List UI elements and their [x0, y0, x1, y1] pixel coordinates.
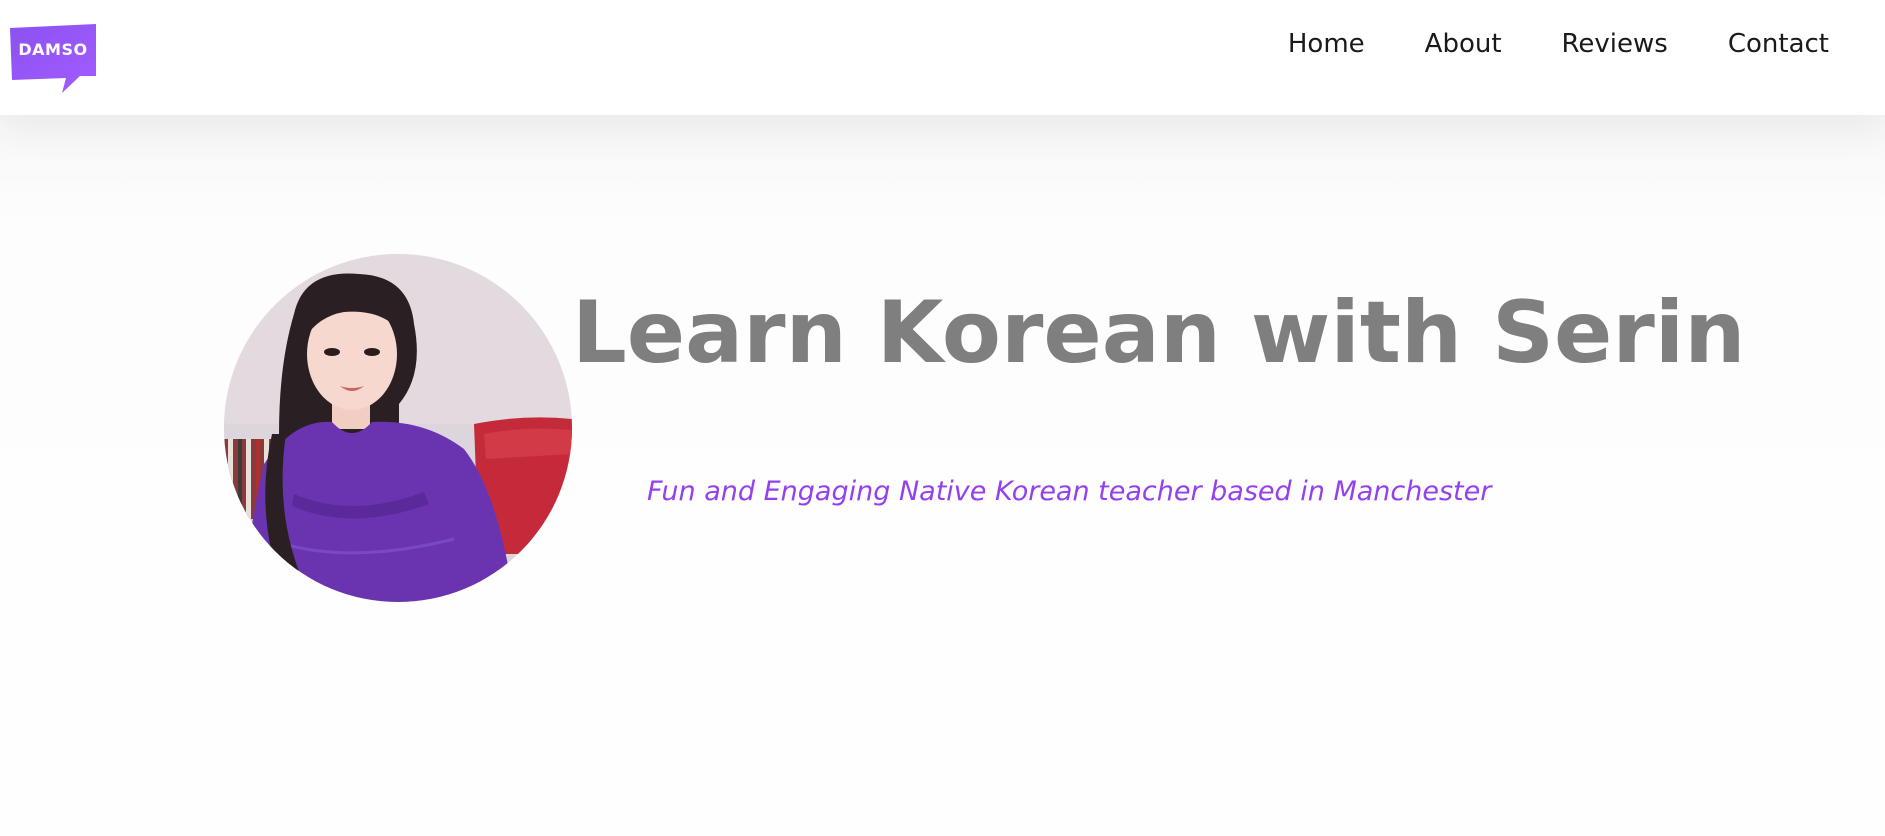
nav-about-link[interactable]: About	[1425, 26, 1502, 62]
hero-title: Learn Korean with Serin	[572, 283, 1746, 383]
portrait-illustration	[224, 254, 572, 602]
logo-text: DAMSO	[18, 40, 88, 59]
speech-bubble-logo-icon	[10, 24, 96, 93]
nav-contact-link[interactable]: Contact	[1728, 26, 1829, 62]
hero-subtitle: Fun and Engaging Native Korean teacher b…	[647, 476, 1492, 507]
main-nav: Home About Reviews Contact	[1228, 26, 1829, 62]
damso-logo[interactable]: DAMSO	[10, 24, 98, 94]
teacher-portrait-photo	[224, 254, 572, 602]
site-header: DAMSO Home About Reviews Contact	[0, 0, 1885, 115]
nav-home-link[interactable]: Home	[1288, 26, 1365, 62]
nav-reviews-link[interactable]: Reviews	[1562, 26, 1668, 62]
